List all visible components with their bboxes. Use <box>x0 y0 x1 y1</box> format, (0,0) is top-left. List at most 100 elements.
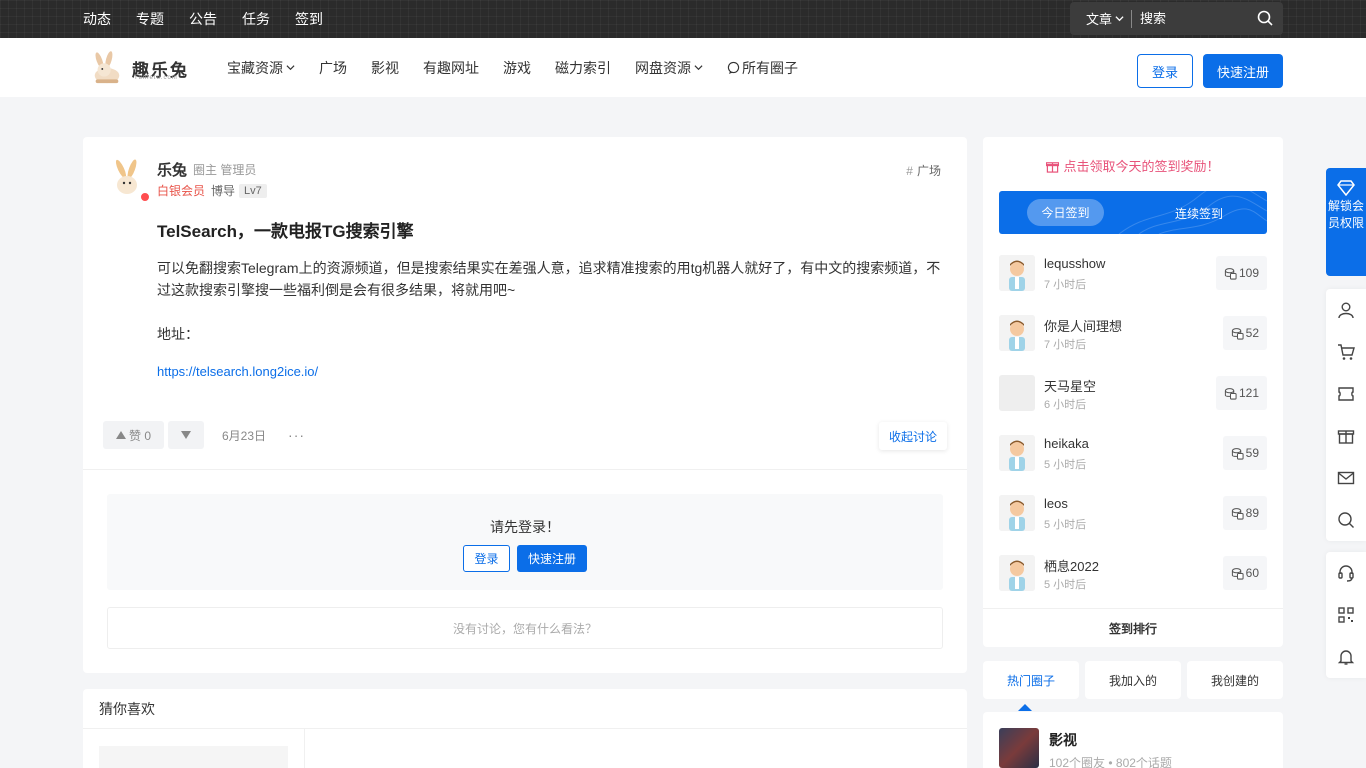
chevron-down-icon <box>1115 16 1124 22</box>
search-box: 文章 <box>1070 2 1283 35</box>
signin-reward-link[interactable]: 点击领取今天的签到奖励！ <box>983 156 1283 175</box>
search-icon[interactable] <box>1257 10 1273 26</box>
signin-list: lequsshow 7 小时后 109 你是人间理想 7 小时后 52 天马星空… <box>999 255 1267 615</box>
collapse-discussion-button[interactable]: 收起讨论 <box>878 422 947 450</box>
cart-button[interactable] <box>1326 331 1366 373</box>
author-line: 乐兔 圈主 管理员 <box>157 159 256 180</box>
message-button[interactable] <box>1326 457 1366 499</box>
signin-banner: 今日签到 连续签到 <box>999 191 1267 234</box>
top-link-tasks[interactable]: 任务 <box>242 9 270 29</box>
continuous-signin-tab[interactable]: 连续签到 <box>1175 205 1223 222</box>
top-link-signin[interactable]: 签到 <box>295 9 323 29</box>
main-nav: 宝藏资源 广场 影视 有趣网址 游戏 磁力索引 网盘资源 所有圈子 <box>227 38 822 97</box>
user-avatar <box>999 255 1035 291</box>
coin-count: 52 <box>1245 326 1259 340</box>
post-link[interactable]: https://telsearch.long2ice.io/ <box>157 364 318 379</box>
rabbit-logo-icon <box>94 51 120 84</box>
nav-item-fun-sites[interactable]: 有趣网址 <box>423 58 479 78</box>
list-item[interactable]: 你是人间理想 7 小时后 52 <box>999 315 1267 375</box>
support-button[interactable] <box>1326 552 1366 594</box>
comment-input[interactable]: 没有讨论，您有什么看法？ <box>107 607 943 649</box>
post-body: 可以免翻搜索Telegram上的资源频道，但是搜索结果实在差强人意，追求精准搜索… <box>157 260 941 298</box>
top-link-topics[interactable]: 专题 <box>136 9 164 29</box>
recommend-thumbnail[interactable] <box>99 746 288 768</box>
ticket-button[interactable] <box>1326 373 1366 415</box>
coins-icon <box>1231 507 1244 520</box>
dislike-button[interactable] <box>168 421 204 449</box>
avatar[interactable] <box>105 157 151 203</box>
register-button[interactable]: 快速注册 <box>1203 54 1283 88</box>
coin-badge: 52 <box>1222 316 1267 350</box>
coin-count: 121 <box>1238 386 1259 400</box>
divider <box>983 608 1283 609</box>
list-item[interactable]: 天马星空 6 小时后 121 <box>999 375 1267 435</box>
user-avatar <box>999 495 1035 531</box>
category-label: 广场 <box>916 164 941 178</box>
site-header: 趣乐兔 Tunletu.com 宝藏资源 广场 影视 有趣网址 游戏 磁力索引 … <box>0 38 1366 97</box>
circle-item[interactable]: 影视 102个圈友 • 802个话题 <box>983 712 1283 768</box>
nav-item-square[interactable]: 广场 <box>319 58 347 78</box>
verified-badge <box>139 191 151 203</box>
qrcode-button[interactable] <box>1326 594 1366 636</box>
chevron-down-icon <box>286 65 295 71</box>
nav-item-treasure[interactable]: 宝藏资源 <box>227 58 295 78</box>
user-button[interactable] <box>1326 289 1366 331</box>
recommend-card: 猜你喜欢 <box>83 689 967 768</box>
signin-time: 7 小时后 <box>1044 279 1087 291</box>
triangle-down-icon <box>181 431 191 439</box>
post-category[interactable]: # 广场 <box>906 162 941 179</box>
user-avatar <box>999 375 1035 411</box>
user-name: 天马星空 <box>1044 379 1097 394</box>
like-count: 赞 0 <box>128 428 151 443</box>
more-options-button[interactable]: ··· <box>288 427 305 443</box>
nav-item-magnet[interactable]: 磁力索引 <box>555 58 611 78</box>
active-tab-indicator <box>1018 704 1032 711</box>
nav-item-games[interactable]: 游戏 <box>503 58 531 78</box>
search-icon <box>1338 512 1354 528</box>
tab-joined-circles[interactable]: 我加入的 <box>1085 661 1181 699</box>
nav-item-all-circles[interactable]: 所有圈子 <box>727 58 798 78</box>
login-button[interactable]: 登录 <box>1137 54 1193 88</box>
author-name[interactable]: 乐兔 <box>157 159 187 180</box>
chat-icon <box>727 61 740 74</box>
top-link-notices[interactable]: 公告 <box>189 9 217 29</box>
coin-count: 59 <box>1245 446 1259 460</box>
list-item[interactable]: 栖息2022 5 小时后 60 <box>999 555 1267 615</box>
signin-time: 5 小时后 <box>1044 579 1087 591</box>
list-item[interactable]: leos 5 小时后 89 <box>999 495 1267 555</box>
divider <box>304 729 305 768</box>
person-avatar-icon <box>999 555 1035 591</box>
top-link-dynamic[interactable]: 动态 <box>83 9 111 29</box>
author-role: 圈主 管理员 <box>193 163 257 177</box>
tab-created-circles[interactable]: 我创建的 <box>1187 661 1283 699</box>
coins-icon <box>1231 567 1244 580</box>
search-input[interactable] <box>1140 11 1250 26</box>
notification-button[interactable] <box>1326 636 1366 678</box>
login-message: 请先登录！ <box>490 519 560 535</box>
circle-name: 影视 <box>1049 732 1077 748</box>
user-name: lequsshow <box>1044 256 1106 271</box>
today-signin-tab[interactable]: 今日签到 <box>1027 199 1104 226</box>
search-button[interactable] <box>1326 499 1366 541</box>
user-name: 你是人间理想 <box>1044 319 1123 334</box>
logo-subtext: Tunletu.com <box>134 75 178 81</box>
tab-hot-circles[interactable]: 热门圈子 <box>983 661 1079 699</box>
signin-rank-link[interactable]: 签到排行 <box>983 620 1283 637</box>
nav-label: 宝藏资源 <box>227 59 283 76</box>
mail-icon <box>1337 471 1355 485</box>
prompt-register-button[interactable]: 快速注册 <box>517 545 587 572</box>
signin-time: 6 小时后 <box>1044 399 1087 411</box>
like-button[interactable]: 赞 0 <box>103 421 164 449</box>
list-item[interactable]: lequsshow 7 小时后 109 <box>999 255 1267 315</box>
nav-item-netdisk[interactable]: 网盘资源 <box>635 58 703 78</box>
nav-item-video[interactable]: 影视 <box>371 58 399 78</box>
site-logo[interactable]: 趣乐兔 Tunletu.com <box>88 51 189 85</box>
signin-time: 5 小时后 <box>1044 459 1087 471</box>
float-toolbar-bottom <box>1326 552 1366 678</box>
unlock-vip-button[interactable]: 解锁会员权限 <box>1326 168 1366 276</box>
gift-button[interactable] <box>1326 415 1366 457</box>
circle-tabs: 热门圈子 我加入的 我创建的 <box>983 661 1283 699</box>
list-item[interactable]: heikaka 5 小时后 59 <box>999 435 1267 495</box>
prompt-login-button[interactable]: 登录 <box>463 545 510 572</box>
search-type-select[interactable]: 文章 <box>1070 9 1132 28</box>
